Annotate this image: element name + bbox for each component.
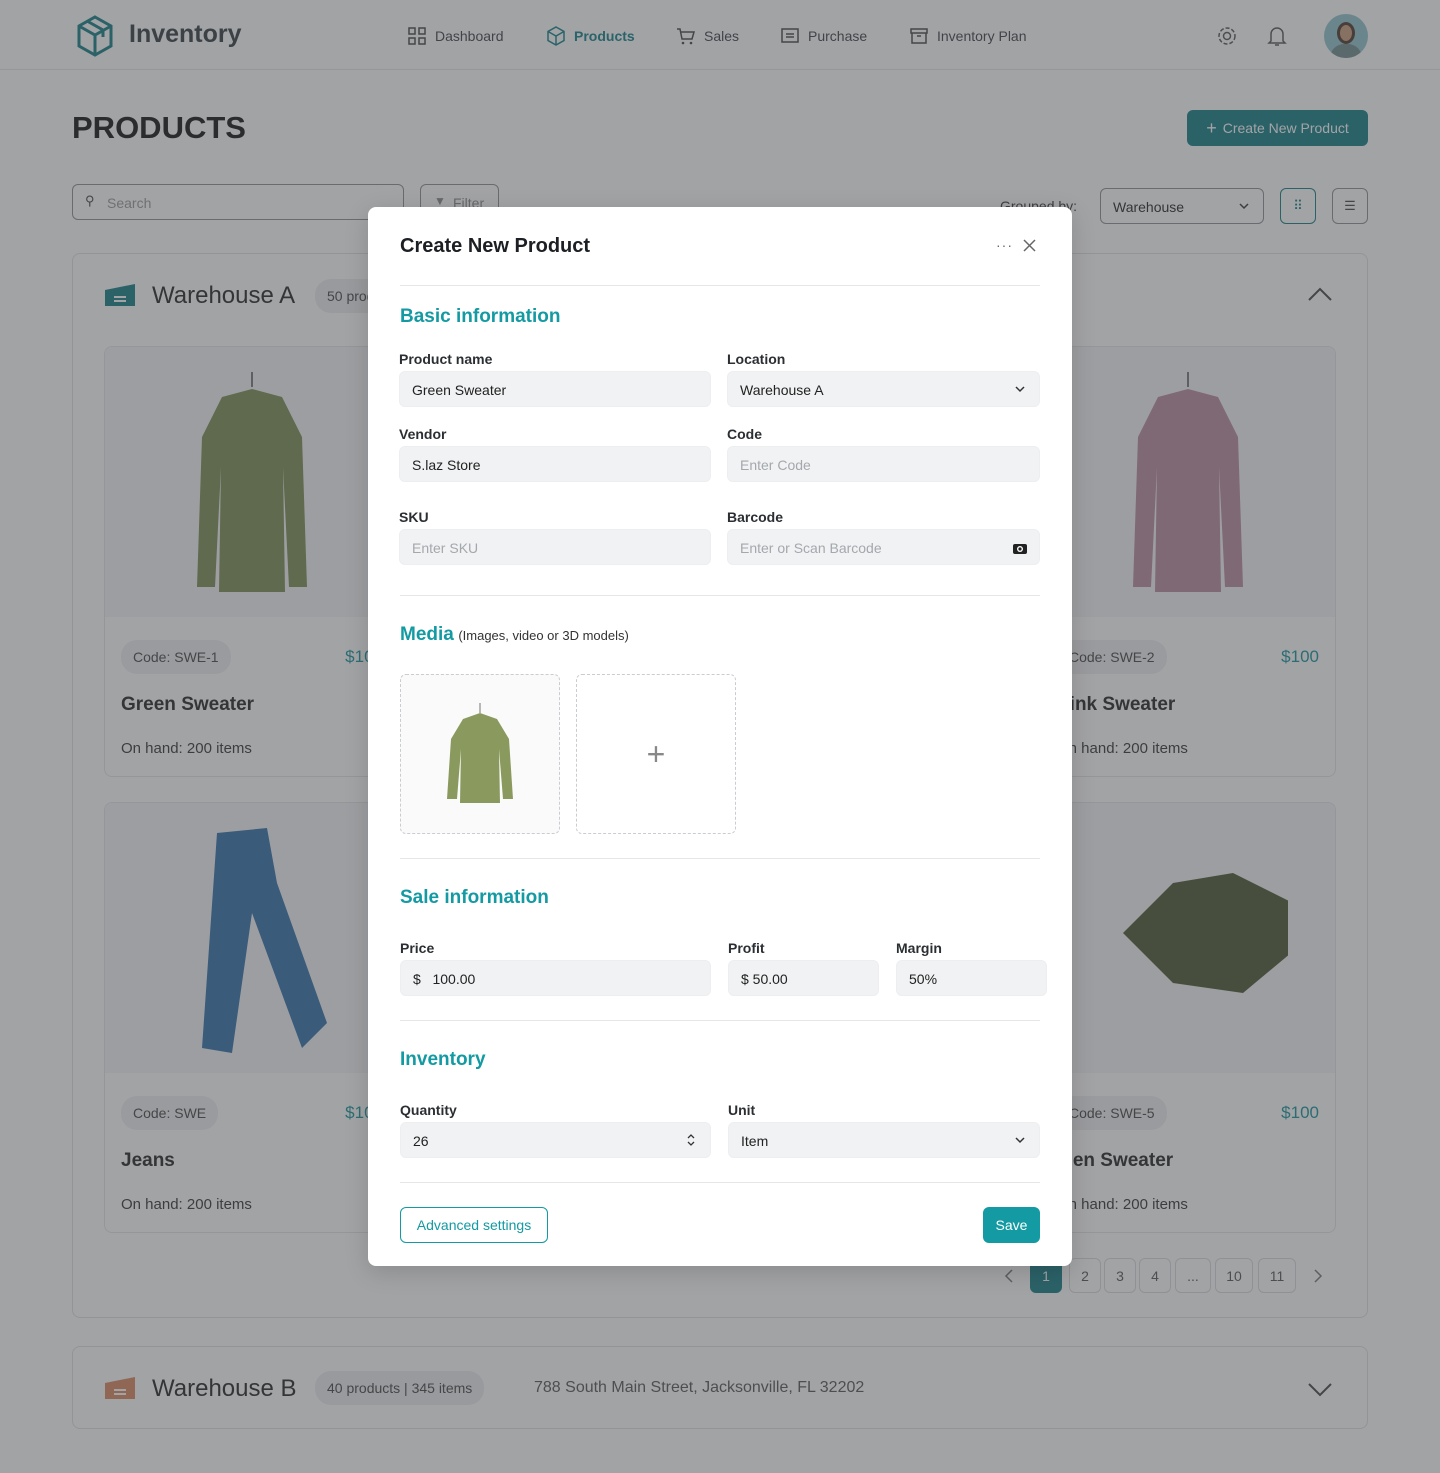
sku-label: SKU	[399, 509, 429, 525]
media-subtitle: (Images, video or 3D models)	[458, 628, 629, 643]
select-value: Item	[741, 1133, 769, 1149]
currency-symbol: $	[413, 971, 421, 987]
product-name-input[interactable]: Green Sweater	[399, 371, 711, 407]
section-inventory: Inventory	[400, 1049, 486, 1070]
add-media-button[interactable]: +	[576, 674, 736, 834]
margin-input[interactable]: 50%	[896, 960, 1047, 996]
more-icon[interactable]: ···	[996, 237, 1013, 253]
divider	[400, 595, 1040, 596]
close-icon[interactable]	[1023, 239, 1036, 252]
location-select[interactable]: Warehouse A	[727, 371, 1040, 407]
plus-icon: +	[646, 735, 666, 772]
sku-input[interactable]: Enter SKU	[399, 529, 711, 565]
section-sale-information: Sale information	[400, 887, 549, 908]
vendor-label: Vendor	[399, 426, 447, 442]
unit-label: Unit	[728, 1102, 756, 1118]
barcode-input[interactable]: Enter or Scan Barcode	[727, 529, 1040, 565]
chevron-down-icon	[1015, 386, 1025, 393]
margin-label: Margin	[896, 940, 942, 956]
quantity-label: Quantity	[400, 1102, 457, 1118]
select-value: Warehouse A	[740, 382, 824, 398]
divider	[400, 1020, 1040, 1021]
save-button[interactable]: Save	[983, 1207, 1040, 1243]
advanced-settings-button[interactable]: Advanced settings	[400, 1207, 548, 1243]
divider	[400, 285, 1040, 286]
product-name-label: Product name	[399, 351, 493, 367]
profit-input[interactable]: $ 50.00	[728, 960, 879, 996]
section-media: Media (Images, video or 3D models)	[400, 624, 629, 646]
section-basic-information: Basic information	[400, 306, 561, 327]
vendor-input[interactable]: S.laz Store	[399, 446, 711, 482]
chevron-down-icon	[1015, 1137, 1025, 1144]
price-input[interactable]: $ 100.00	[400, 960, 711, 996]
location-label: Location	[727, 351, 786, 367]
stepper-icon[interactable]	[684, 1133, 698, 1147]
profit-label: Profit	[728, 940, 765, 956]
media-title: Media	[400, 624, 454, 645]
sweater-image	[447, 703, 513, 803]
quantity-value: 26	[413, 1133, 429, 1149]
barcode-placeholder: Enter or Scan Barcode	[740, 540, 882, 556]
quantity-stepper[interactable]: 26	[400, 1122, 711, 1158]
price-label: Price	[400, 940, 435, 956]
code-label: Code	[727, 426, 762, 442]
price-value: 100.00	[432, 971, 476, 987]
media-thumbnail[interactable]	[400, 674, 560, 834]
divider	[400, 1182, 1040, 1183]
unit-select[interactable]: Item	[728, 1122, 1040, 1158]
camera-icon[interactable]	[1013, 542, 1027, 554]
modal-title: Create New Product	[400, 235, 591, 257]
code-input[interactable]: Enter Code	[727, 446, 1040, 482]
barcode-label: Barcode	[727, 509, 784, 525]
create-product-modal: Create New Product ··· Basic information…	[368, 207, 1072, 1266]
divider	[400, 858, 1040, 859]
